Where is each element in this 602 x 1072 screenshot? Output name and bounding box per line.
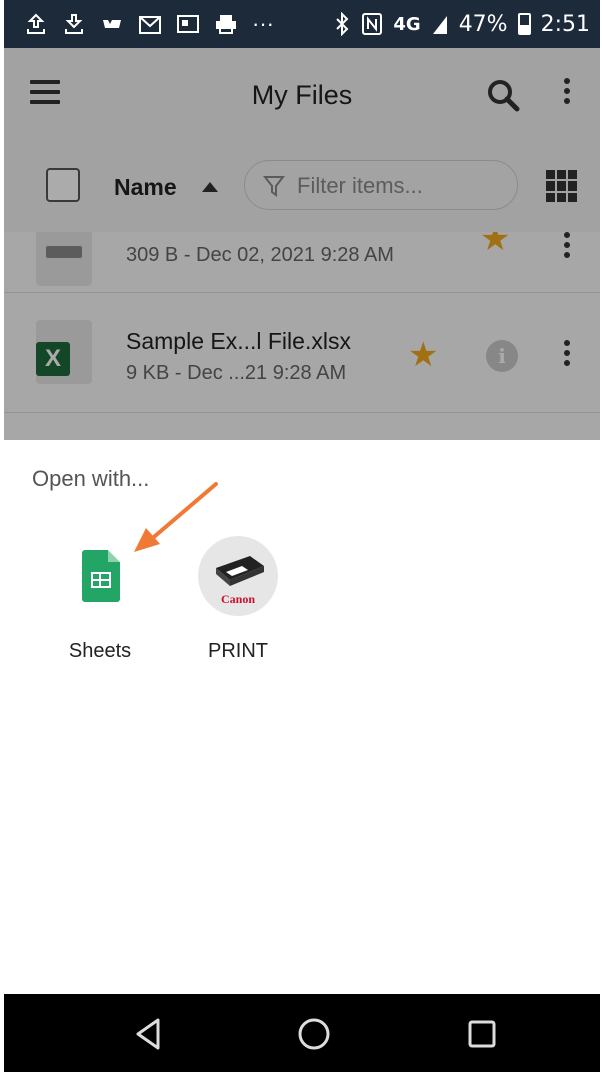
battery-icon <box>517 13 531 35</box>
nfc-icon <box>362 13 383 35</box>
upload-icon <box>27 13 45 34</box>
navigation-bar <box>4 994 600 1072</box>
modal-scrim[interactable] <box>4 48 600 440</box>
app-label: PRINT <box>208 640 268 662</box>
app-label: Sheets <box>68 640 132 662</box>
home-icon[interactable] <box>294 1014 334 1054</box>
status-bar: ··· 4G 47% 2:51 <box>4 0 600 48</box>
back-icon[interactable] <box>130 1014 170 1054</box>
notification-icons: ··· <box>4 11 274 37</box>
google-sheets-icon <box>82 550 120 602</box>
print-icon <box>216 15 236 34</box>
signal-icon <box>432 16 447 34</box>
battery-percent: 47% <box>458 11 508 37</box>
recents-icon[interactable] <box>462 1014 502 1054</box>
network-type: 4G <box>393 13 421 35</box>
status-right: 4G 47% 2:51 <box>335 0 590 48</box>
canon-logo: Canon <box>220 592 255 606</box>
more-notifications-icon: ··· <box>252 11 274 36</box>
bluetooth-icon <box>336 12 349 36</box>
annotation-arrow <box>134 482 218 552</box>
android-screen: ··· 4G 47% 2:51 My Files Name Filter ite… <box>4 0 600 1072</box>
download-icon <box>65 14 83 34</box>
gmail-icon <box>139 16 161 34</box>
nfl-icon <box>103 20 121 28</box>
battery-fill <box>519 24 529 33</box>
clock: 2:51 <box>540 11 590 37</box>
open-with-sheet: Open with... Sheets Canon PRINT <box>4 440 600 994</box>
news-icon <box>177 15 199 33</box>
